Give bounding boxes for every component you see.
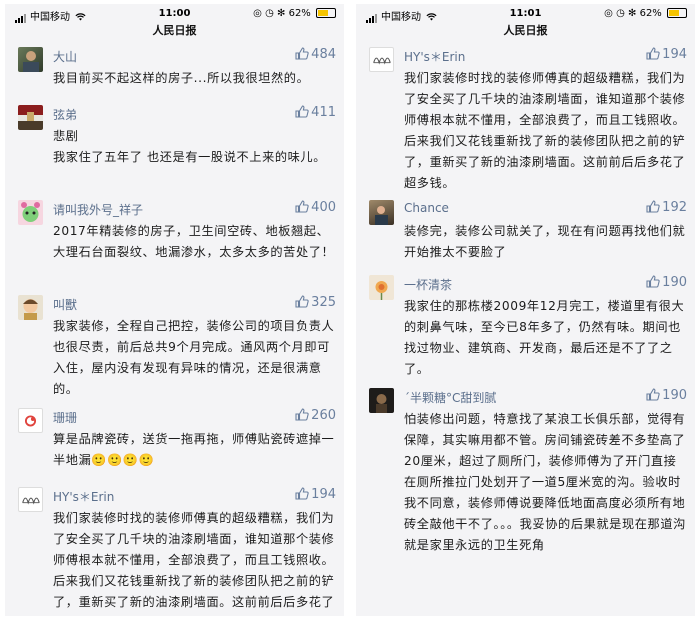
avatar[interactable]	[18, 105, 43, 130]
like-count: 190	[662, 275, 687, 290]
avatar[interactable]	[369, 200, 394, 225]
comment-username[interactable]: 一杯清茶	[404, 276, 452, 293]
status-right: ◎ ◷ ✻ 62%	[604, 8, 687, 19]
like-button[interactable]: 260	[295, 408, 336, 425]
like-count: 260	[311, 408, 336, 423]
screenshot-right: 中国移动 11:01 ◎ ◷ ✻ 62% 人民日报 HY's＊Erin 194 …	[356, 4, 695, 616]
status-bar: 中国移动 11:00 ◎ ◷ ✻ 62%	[5, 4, 344, 23]
thumbs-up-icon	[646, 47, 660, 64]
thumbs-up-icon	[646, 275, 660, 292]
page-title: 人民日报	[503, 24, 548, 37]
avatar[interactable]	[369, 47, 394, 72]
comment-username[interactable]: 弦弟	[53, 106, 77, 123]
thumbs-up-icon	[295, 487, 309, 504]
rotation-lock-icon: ◎	[253, 8, 262, 19]
like-count: 400	[311, 200, 336, 215]
like-count: 194	[311, 487, 336, 502]
bluetooth-icon: ✻	[628, 8, 637, 19]
comment-username[interactable]: 叫獸	[53, 296, 77, 313]
battery-icon	[316, 8, 336, 18]
like-button[interactable]: 400	[295, 200, 336, 217]
comment-username[interactable]: Chance	[404, 201, 449, 215]
avatar[interactable]	[18, 487, 43, 512]
battery-percent: 62%	[639, 8, 662, 19]
comment-username[interactable]: 珊珊	[53, 409, 77, 426]
comment-text: 装修完，装修公司就关了，现在有问题再找他们就开始推太不要脸了	[404, 224, 686, 259]
thumbs-up-icon	[295, 408, 309, 425]
like-button[interactable]: 194	[295, 487, 336, 504]
page-title: 人民日报	[152, 24, 197, 37]
status-bar: 中国移动 11:01 ◎ ◷ ✻ 62%	[356, 4, 695, 23]
alarm-icon: ◷	[616, 8, 625, 19]
like-button[interactable]: 190	[646, 388, 687, 405]
like-button[interactable]: 484	[295, 47, 336, 64]
status-right: ◎ ◷ ✻ 62%	[253, 8, 336, 19]
like-button[interactable]: 325	[295, 295, 336, 312]
thumbs-up-icon	[646, 200, 660, 217]
comment-text: 我们家装修时找的装修师傅真的超级糟糕，我们为了安全买了几千块的油漆刷墙面，谁知道…	[404, 71, 686, 190]
avatar[interactable]	[18, 47, 43, 72]
comment-text: 我家装修，全程自己把控，装修公司的项目负责人也很尽责，前后总共9个月完成。通风两…	[53, 319, 335, 396]
comment-username[interactable]: ´半颗糖°C甜到腻	[404, 389, 496, 406]
comment-text: 我目前买不起这样的房子...所以我很坦然的。	[53, 71, 310, 85]
like-count: 192	[662, 200, 687, 215]
battery-percent: 62%	[288, 8, 311, 19]
avatar[interactable]	[369, 388, 394, 413]
like-count: 194	[662, 47, 687, 62]
thumbs-up-icon	[295, 295, 309, 312]
thumbs-up-icon	[646, 388, 660, 405]
comment-text: 怕装修出问题，特意找了某浪工长俱乐部，觉得有保障，其实嘛用都不管。房间铺瓷砖差不…	[404, 412, 686, 552]
like-button[interactable]: 192	[646, 200, 687, 217]
avatar[interactable]	[18, 200, 43, 225]
like-button[interactable]: 411	[295, 105, 336, 122]
comment-username[interactable]: HY's＊Erin	[404, 48, 465, 65]
comment-text: 悲剧 我家住了五年了 也还是有一股说不上来的味儿。	[53, 129, 327, 164]
alarm-icon: ◷	[265, 8, 274, 19]
bluetooth-icon: ✻	[277, 8, 286, 19]
like-count: 484	[311, 47, 336, 62]
like-count: 190	[662, 388, 687, 403]
comment-text: 我家住的那栋楼2009年12月完工，楼道里有很大的刺鼻气味，至今已8年多了，仍然…	[404, 299, 685, 376]
avatar[interactable]	[369, 275, 394, 300]
comment-username[interactable]: 大山	[53, 48, 77, 65]
like-button[interactable]: 194	[646, 47, 687, 64]
rotation-lock-icon: ◎	[604, 8, 613, 19]
like-button[interactable]: 190	[646, 275, 687, 292]
thumbs-up-icon	[295, 105, 309, 122]
like-count: 325	[311, 295, 336, 310]
thumbs-up-icon	[295, 47, 309, 64]
screenshot-left: 中国移动 11:00 ◎ ◷ ✻ 62% 人民日报 大山 484 我目前买不起这…	[5, 4, 344, 616]
comment-username[interactable]: HY's＊Erin	[53, 488, 114, 505]
avatar[interactable]	[18, 295, 43, 320]
avatar[interactable]	[18, 408, 43, 433]
comment-text: 2017年精装修的房子，卫生间空砖、地板翘起、大理石台面裂纹、地漏渗水，太多太多…	[53, 224, 335, 259]
comment-text: 算是品牌瓷砖，送货一拖再拖，师傅贴瓷砖遮掉一半地漏🙂🙂🙂🙂	[53, 432, 335, 467]
like-count: 411	[311, 105, 336, 120]
comment-text: 我们家装修时找的装修师傅真的超级糟糕，我们为了安全买了几千块的油漆刷墙面，谁知道…	[53, 511, 335, 609]
comment-username[interactable]: 请叫我外号_祥子	[53, 201, 143, 218]
thumbs-up-icon	[295, 200, 309, 217]
battery-icon	[667, 8, 687, 18]
